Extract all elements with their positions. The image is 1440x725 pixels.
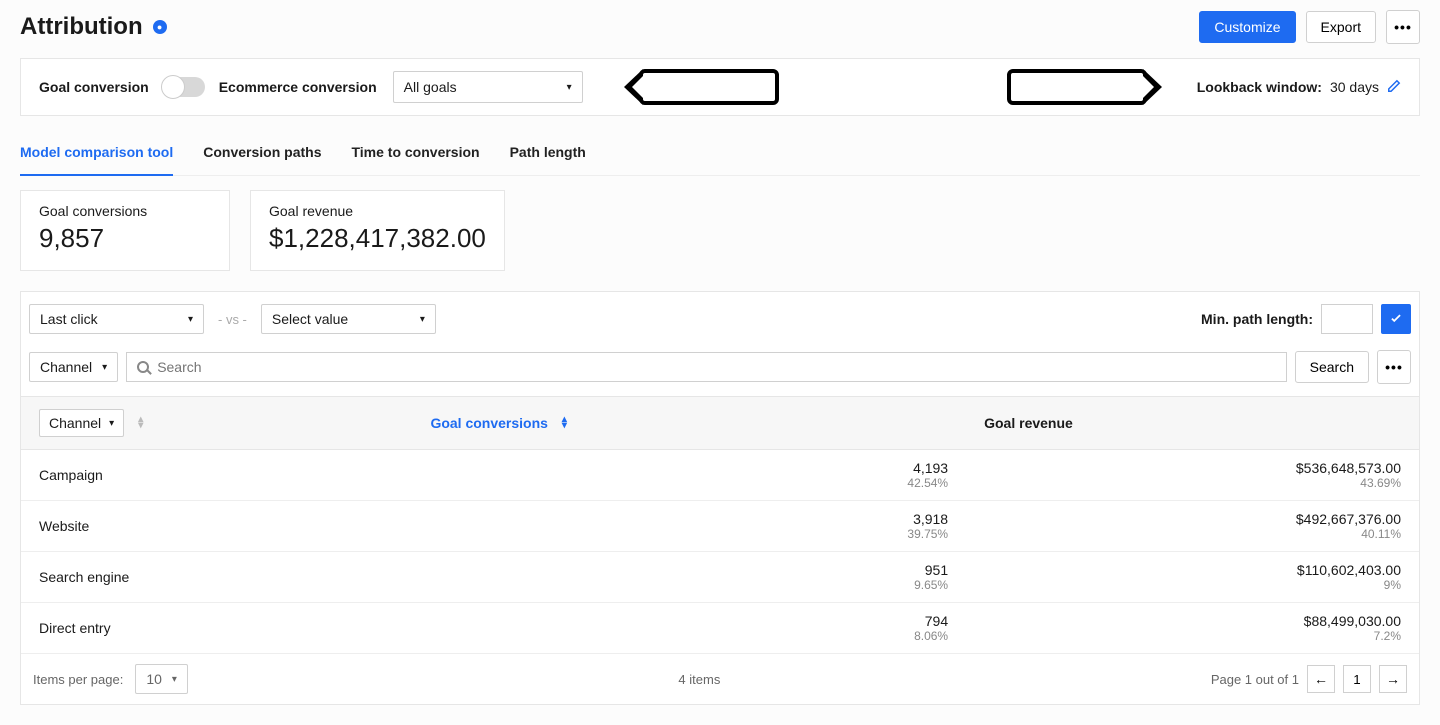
search-input[interactable] — [157, 359, 1275, 375]
ecommerce-conversion-label: Ecommerce conversion — [219, 79, 377, 95]
next-page-button[interactable]: → — [1379, 665, 1407, 693]
chevron-down-icon: ▾ — [172, 674, 177, 685]
dimension-select[interactable]: Channel ▾ — [29, 352, 118, 382]
search-button[interactable]: Search — [1295, 351, 1369, 383]
item-count: 4 items — [678, 672, 720, 687]
apply-min-path-button[interactable] — [1381, 304, 1411, 334]
table-row: Direct entry7948.06%$88,499,030.007.2% — [21, 603, 1419, 654]
metric-goal-conversions: Goal conversions 9,857 — [20, 190, 230, 271]
metric-value: 9,857 — [39, 223, 211, 254]
cell-conversions: 4,19342.54% — [412, 450, 966, 501]
export-button[interactable]: Export — [1306, 11, 1376, 43]
chevron-down-icon: ▾ — [420, 314, 425, 325]
dots-icon: ••• — [1385, 359, 1403, 375]
prev-page-button[interactable]: ← — [1307, 665, 1335, 693]
chevron-down-icon: ▾ — [567, 82, 572, 93]
min-path-input[interactable] — [1321, 304, 1373, 334]
metric-value: $1,228,417,382.00 — [269, 223, 486, 254]
vs-separator: - vs - — [214, 312, 251, 327]
attribution-table: Channel ▾ ▴▾ Goal conversions ▴▾ — [21, 396, 1419, 654]
chevron-down-icon: ▾ — [109, 418, 114, 429]
channel-header-select[interactable]: Channel ▾ — [39, 409, 124, 437]
min-path-label: Min. path length: — [1201, 311, 1313, 327]
sort-icon: ▴▾ — [562, 417, 567, 429]
cell-revenue: $110,602,403.009% — [966, 552, 1419, 603]
dimension-value: Channel — [40, 359, 92, 375]
conversion-type-toggle[interactable] — [163, 77, 205, 97]
table-row: Campaign4,19342.54%$536,648,573.0043.69% — [21, 450, 1419, 501]
column-header-channel[interactable]: Channel ▾ ▴▾ — [21, 397, 412, 450]
edit-lookback-button[interactable] — [1387, 79, 1401, 96]
model-a-value: Last click — [40, 311, 98, 327]
tab-time-to-conversion[interactable]: Time to conversion — [351, 136, 479, 175]
cell-channel: Direct entry — [21, 603, 412, 654]
tab-conversion-paths[interactable]: Conversion paths — [203, 136, 321, 175]
cell-conversions: 7948.06% — [412, 603, 966, 654]
lookback-value: 30 days — [1330, 79, 1379, 95]
lookback-label: Lookback window: — [1197, 79, 1322, 95]
cell-revenue: $536,648,573.0043.69% — [966, 450, 1419, 501]
model-b-select[interactable]: Select value ▾ — [261, 304, 436, 334]
cell-revenue: $88,499,030.007.2% — [966, 603, 1419, 654]
dots-icon: ••• — [1394, 19, 1412, 35]
metric-title: Goal conversions — [39, 203, 211, 219]
table-row: Search engine9519.65%$110,602,403.009% — [21, 552, 1419, 603]
cell-conversions: 3,91839.75% — [412, 501, 966, 552]
metric-goal-revenue: Goal revenue $1,228,417,382.00 — [250, 190, 505, 271]
cell-channel: Website — [21, 501, 412, 552]
table-row: Website3,91839.75%$492,667,376.0040.11% — [21, 501, 1419, 552]
beta-badge-icon: ● — [153, 20, 167, 34]
check-icon — [1389, 311, 1403, 325]
cell-revenue: $492,667,376.0040.11% — [966, 501, 1419, 552]
model-b-value: Select value — [272, 311, 348, 327]
chevron-down-icon: ▾ — [102, 362, 107, 373]
current-page-input[interactable] — [1343, 665, 1371, 693]
goal-conversion-label: Goal conversion — [39, 79, 149, 95]
column-header-conversions[interactable]: Goal conversions ▴▾ — [412, 397, 966, 450]
cell-channel: Search engine — [21, 552, 412, 603]
chevron-down-icon: ▾ — [188, 314, 193, 325]
search-icon — [137, 361, 149, 373]
goal-select[interactable]: All goals ▾ — [393, 71, 583, 103]
more-actions-button[interactable]: ••• — [1386, 10, 1420, 44]
tab-model-comparison[interactable]: Model comparison tool — [20, 136, 173, 176]
date-range-start[interactable] — [639, 69, 779, 105]
table-more-actions-button[interactable]: ••• — [1377, 350, 1411, 384]
items-per-page-label: Items per page: — [33, 672, 123, 687]
cell-conversions: 9519.65% — [412, 552, 966, 603]
cell-channel: Campaign — [21, 450, 412, 501]
page-info: Page 1 out of 1 — [1211, 672, 1299, 687]
date-range-end[interactable] — [1007, 69, 1147, 105]
metric-title: Goal revenue — [269, 203, 486, 219]
tab-path-length[interactable]: Path length — [510, 136, 586, 175]
page-title: Attribution — [20, 13, 143, 41]
items-per-page-select[interactable]: 10 ▾ — [135, 664, 188, 694]
model-a-select[interactable]: Last click ▾ — [29, 304, 204, 334]
customize-button[interactable]: Customize — [1199, 11, 1295, 43]
sort-icon: ▴▾ — [138, 417, 143, 429]
column-header-revenue[interactable]: Goal revenue — [966, 397, 1419, 450]
goal-select-value: All goals — [404, 79, 457, 95]
pencil-icon — [1387, 79, 1401, 93]
